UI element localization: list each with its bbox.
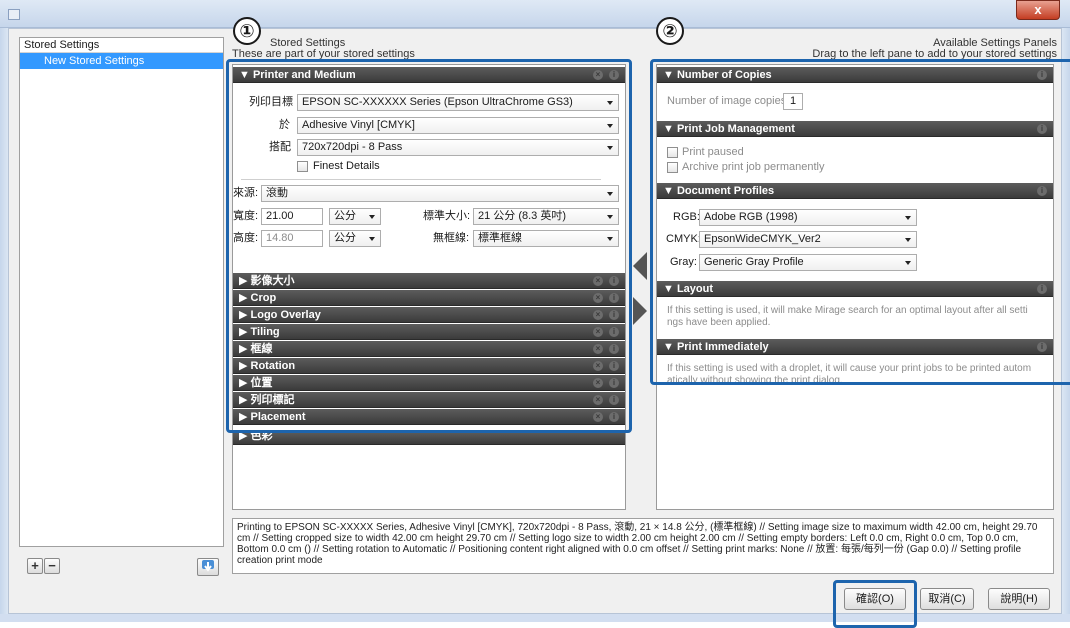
cancel-button[interactable]: 取消(C) [920, 588, 974, 610]
app-icon [8, 9, 20, 20]
settings-summary-text: Printing to EPSON SC-XXXXX Series, Adhes… [232, 518, 1054, 574]
section-color[interactable]: ▶ 色彩 [233, 432, 625, 445]
close-button[interactable]: x [1016, 0, 1060, 20]
annotation-box-2 [650, 59, 1070, 385]
section-title: ▶ 色彩 [239, 432, 273, 442]
download-icon [202, 560, 214, 572]
stored-settings-pane-header: Stored Settings These are part of your s… [232, 38, 415, 60]
annotation-box-1 [226, 59, 632, 433]
ok-button[interactable]: 確認(O) [844, 588, 906, 610]
available-settings-header: Available Settings Panels Drag to the le… [812, 38, 1057, 60]
stored-settings-header: Stored Settings [20, 38, 223, 53]
arrow-right-icon[interactable] [633, 297, 647, 325]
remove-button[interactable]: − [44, 558, 60, 574]
callout-badge-2: ② [656, 17, 684, 45]
import-settings-button[interactable] [197, 558, 219, 576]
title-bar: x [0, 0, 1070, 28]
window-frame-left [0, 28, 8, 622]
add-button[interactable]: + [27, 558, 43, 574]
help-button[interactable]: 說明(H) [988, 588, 1050, 610]
stored-settings-list: Stored Settings New Stored Settings [19, 37, 224, 547]
stored-settings-item[interactable]: New Stored Settings [20, 53, 223, 69]
arrow-left-icon[interactable] [633, 252, 647, 280]
callout-badge-1: ① [233, 17, 261, 45]
